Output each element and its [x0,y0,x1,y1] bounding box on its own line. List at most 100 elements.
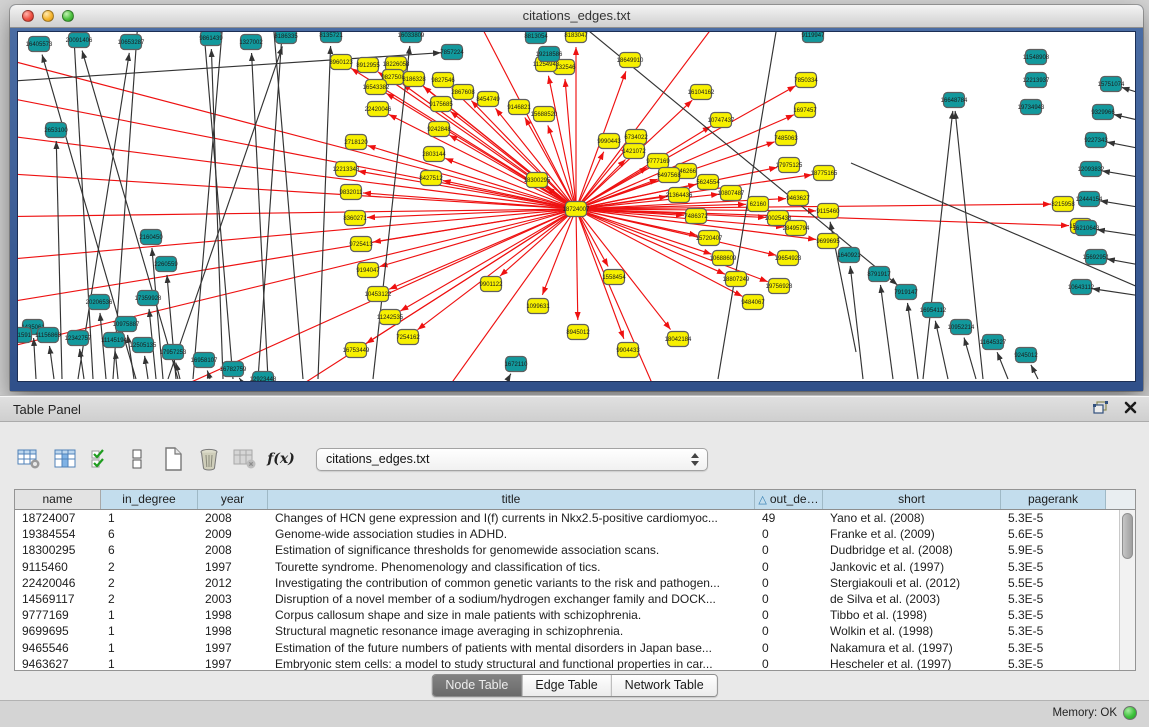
graph-node[interactable]: 28495794 [783,221,810,236]
graph-edge[interactable] [378,72,576,209]
graph-edge[interactable] [438,209,576,381]
graph-node[interactable]: 1099631 [526,299,550,314]
graph-node[interactable]: 10747437 [708,113,735,128]
graph-node[interactable]: 20206536 [86,295,113,310]
graph-node[interactable]: 8454749 [476,92,500,107]
graph-edge[interactable] [1102,171,1135,182]
graph-edge[interactable] [1092,289,1135,300]
graph-node[interactable]: 9827546 [431,73,455,88]
graph-edge[interactable] [1107,259,1135,270]
graph-node[interactable]: 22420046 [365,102,392,117]
graph-node[interactable]: 6734022 [624,130,648,145]
graph-node[interactable]: 62160 [748,197,769,212]
graph-edge[interactable] [1097,230,1135,240]
graph-node[interactable]: 17957253 [160,345,187,360]
float-window-icon[interactable] [1093,401,1108,419]
graph-node[interactable]: 391591 [18,328,32,343]
graph-node[interactable]: 2718120 [344,135,368,150]
graph-node[interactable]: 19734943 [1018,100,1045,115]
table-row[interactable]: 1456911722003Disruption of a novel membe… [15,591,1119,607]
graph-node[interactable]: 5624554 [696,175,720,190]
graph-node[interactable]: 21364436 [666,188,693,203]
graph-node[interactable]: 9227343 [1084,133,1108,148]
table-row[interactable]: 1938455462009Genome-wide association stu… [15,526,1119,542]
table-row[interactable]: 969969511998Structural magnetic resonanc… [15,623,1119,639]
graph-node[interactable]: 10952214 [948,320,975,335]
graph-node[interactable]: 7919147 [894,285,918,300]
graph-node[interactable]: 9194047 [356,263,380,278]
table-row[interactable]: 977716911998Corpus callosum shape and si… [15,607,1119,623]
zoom-button[interactable] [62,10,74,22]
table-row[interactable]: 2242004622012Investigating the contribut… [15,575,1119,591]
graph-node[interactable]: 11145194 [101,333,127,348]
column-header-in_degree[interactable]: in_degree [101,490,198,509]
graph-edge[interactable] [576,175,812,209]
graph-edge[interactable] [450,111,576,209]
graph-node[interactable]: 18724007 [563,202,590,217]
graph-node[interactable]: 12342757 [65,331,92,346]
tab-edge-table[interactable]: Edge Table [521,675,610,696]
graph-node[interactable]: 16033809 [398,32,425,43]
graph-node[interactable]: 15692951 [1083,250,1110,265]
graph-node[interactable]: 2653100 [44,123,68,138]
table-row[interactable]: 1830029562008Estimation of significance … [15,542,1119,558]
graph-edge[interactable] [167,275,176,379]
graph-node[interactable]: 7485063 [774,131,798,146]
graph-edge[interactable] [1121,87,1135,102]
graph-edge[interactable] [576,209,578,320]
graph-node[interactable]: 17975125 [776,158,803,173]
row-height-icon[interactable] [122,446,152,472]
close-button[interactable] [22,10,34,22]
graph-node[interactable]: 2260559 [154,257,178,272]
graph-edge[interactable] [1031,365,1038,379]
graph-node[interactable]: 19218586 [536,47,563,62]
table-row[interactable]: 911546021997Tourette syndrome. Phenomeno… [15,559,1119,575]
table-row[interactable]: 1872400712008Changes of HCN gene express… [15,510,1119,526]
graph-node[interactable]: 18300295 [524,173,551,188]
graph-node[interactable]: 2803144 [422,147,446,162]
graph-edge[interactable] [1114,114,1135,127]
table-select-dropdown[interactable]: citations_edges.txt [316,448,708,471]
graph-edge[interactable] [239,378,240,379]
graph-node[interactable]: 12444154 [1076,192,1103,207]
close-panel-icon[interactable] [1124,401,1137,419]
graph-node[interactable]: 8813054 [524,32,548,44]
column-header-out_degree[interactable]: △out_de… [755,490,823,509]
graph-node[interactable]: 16405573 [26,37,53,52]
graph-node[interactable]: 11156869 [35,328,61,343]
graph-node[interactable]: 10653287 [118,35,145,50]
graph-node[interactable]: 16543382 [363,80,390,95]
graph-node[interactable]: 6497568 [657,168,681,183]
graph-node[interactable]: 2867608 [451,85,475,100]
column-header-year[interactable]: year [198,490,268,509]
graph-edge[interactable] [34,338,36,379]
graph-node[interactable]: 18649910 [617,53,644,68]
tab-node-table[interactable]: Node Table [432,675,521,696]
column-header-name[interactable]: name [15,490,101,509]
graph-edge[interactable] [18,209,576,262]
function-builder-icon[interactable]: f(x) [266,446,296,472]
graph-node[interactable]: 8912955 [356,58,380,73]
graph-node[interactable]: 9725413 [349,237,373,252]
table-row[interactable]: 946554611997Estimation of the future num… [15,640,1119,656]
graph-node[interactable]: 9119947 [802,32,826,43]
graph-node[interactable]: 16958107 [191,353,218,368]
graph-edge[interactable] [565,79,576,209]
graph-edge[interactable] [258,32,283,379]
tab-network-table[interactable]: Network Table [611,675,717,696]
graph-node[interactable]: 1672110 [505,357,529,372]
graph-edge[interactable] [908,303,918,379]
graph-node[interactable]: 16954112 [920,303,947,318]
graph-edge[interactable] [18,209,576,217]
graph-edge[interactable] [1100,201,1135,212]
graph-node[interactable]: 8960123 [329,55,353,70]
column-header-short[interactable]: short [823,490,1001,509]
graph-node[interactable]: 10453122 [365,287,392,302]
graph-node[interactable]: 15720407 [696,231,723,246]
graph-node[interactable]: 1640921 [837,248,861,263]
graph-node[interactable]: 7857224 [440,45,464,60]
graph-node[interactable]: 16104162 [688,85,715,100]
graph-node[interactable]: 12213937 [1023,73,1050,88]
graph-node[interactable]: 8186335 [274,32,298,44]
graph-node[interactable]: 12923448 [250,372,277,382]
